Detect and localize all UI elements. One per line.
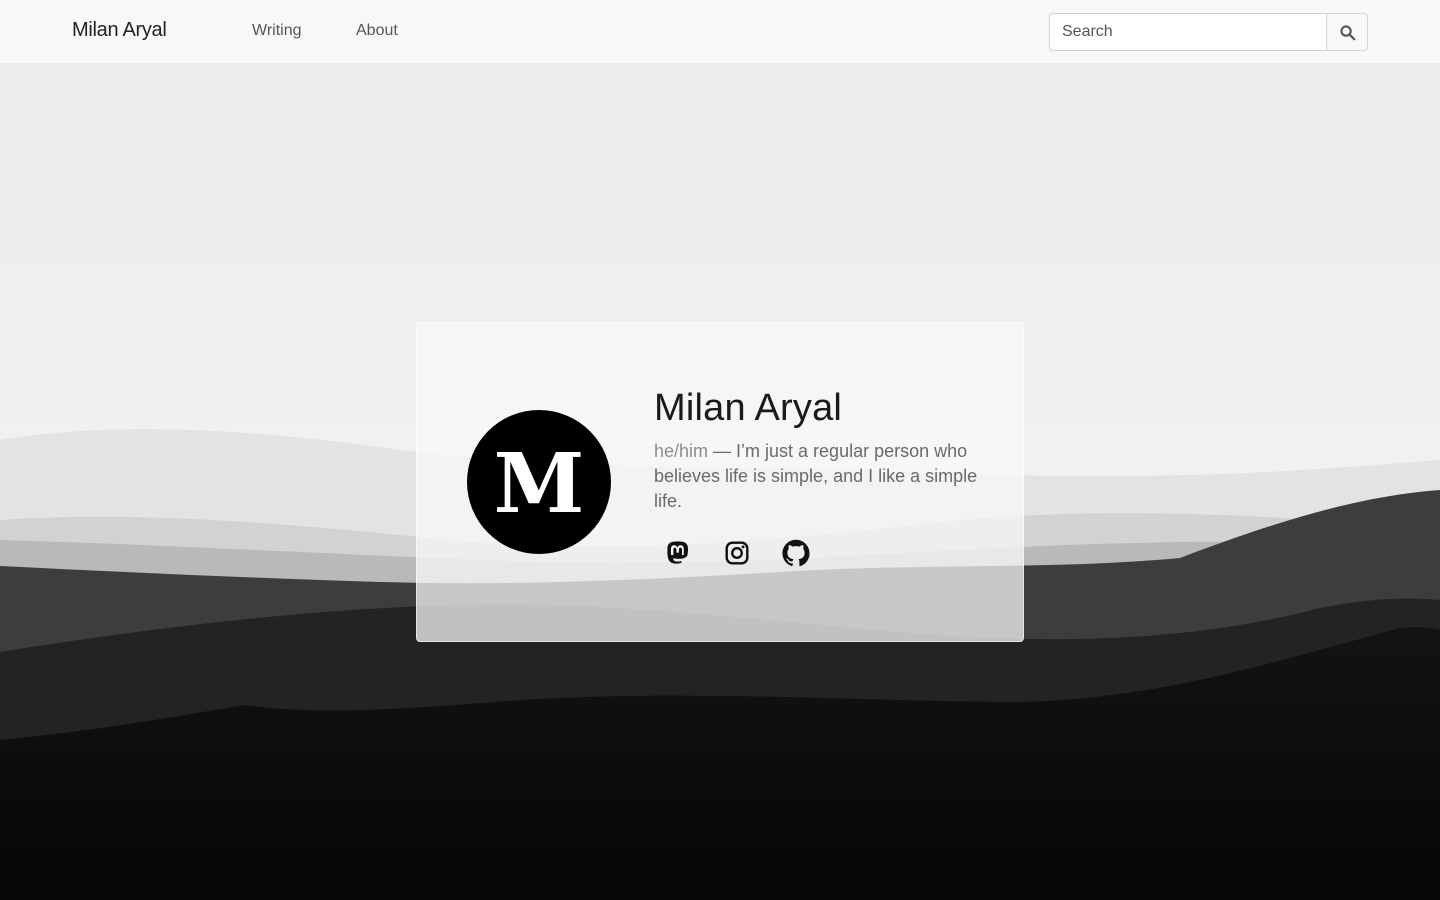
nav-link-writing[interactable]: Writing xyxy=(252,22,302,40)
search-form xyxy=(1049,13,1368,51)
github-icon xyxy=(782,539,810,567)
profile-card: M Milan Aryal he/him — I’m just a regula… xyxy=(416,322,1024,642)
profile-bio: he/him — I’m just a regular person who b… xyxy=(654,439,984,514)
profile-pronouns: he/him xyxy=(654,441,709,461)
avatar-letter: M xyxy=(493,436,585,532)
search-input[interactable] xyxy=(1050,14,1326,50)
nav-link-about[interactable]: About xyxy=(356,22,398,40)
site-brand-link[interactable]: Milan Aryal xyxy=(72,19,167,42)
avatar: M xyxy=(467,410,611,554)
github-link[interactable] xyxy=(772,538,820,568)
navbar: Milan Aryal Writing About xyxy=(0,0,1440,64)
search-button[interactable] xyxy=(1326,14,1367,50)
profile-name: Milan Aryal xyxy=(654,387,843,429)
search-icon xyxy=(1339,24,1355,40)
instagram-icon xyxy=(725,541,749,565)
social-links xyxy=(654,538,831,568)
mastodon-icon xyxy=(667,541,689,564)
instagram-link[interactable] xyxy=(713,538,761,568)
mastodon-link[interactable] xyxy=(654,538,702,568)
